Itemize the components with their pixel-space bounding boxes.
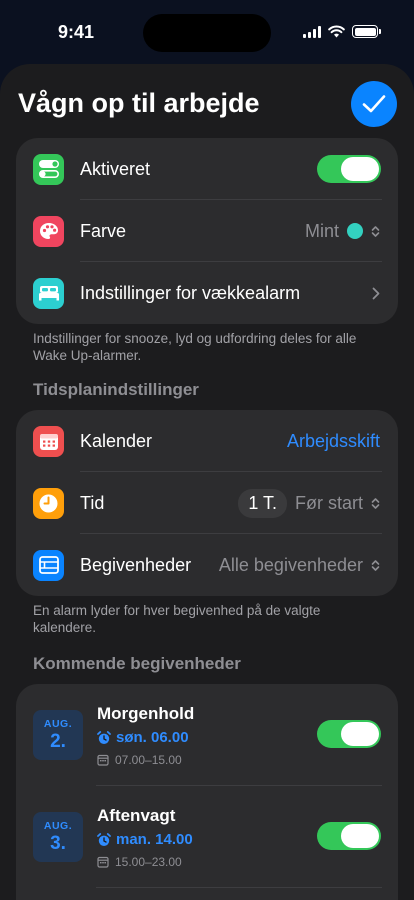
alarm-clock-icon — [97, 730, 111, 744]
settings-group: Aktiveret Farve Mint Indstillinger for v… — [16, 138, 398, 324]
event-time: 07.00–15.00 — [97, 753, 182, 767]
calendar-small-icon — [97, 856, 109, 868]
palette-icon — [33, 215, 64, 247]
clock-icon — [33, 487, 64, 519]
events-label: Begivenheder — [80, 554, 192, 575]
activated-toggle[interactable] — [317, 155, 381, 183]
calendar-label: Kalender — [80, 430, 153, 451]
event-alarm-time: søn. 06.00 — [116, 729, 189, 746]
activated-row: Aktiveret — [16, 138, 398, 200]
time-anchor-picker[interactable]: Før start — [295, 493, 363, 514]
date-badge: AUG. 2. — [33, 710, 83, 760]
event-alarm-toggle[interactable] — [317, 822, 381, 850]
event-row: AUG. 2. Morgenhold søn. 06.00 07.00–15.0 — [16, 684, 398, 786]
alarm-settings-label: Indstillinger for vækkealarm — [80, 282, 301, 303]
date-badge: AUG. 3. — [33, 812, 83, 862]
event-alarm-toggle[interactable] — [317, 720, 381, 748]
time-row: Tid 1 T. Før start — [16, 472, 398, 534]
color-picker[interactable]: Mint — [305, 221, 380, 242]
event-time: 15.00–23.00 — [97, 855, 182, 869]
alarm-clock-icon — [97, 832, 111, 846]
cellular-signal-icon — [303, 25, 321, 38]
checkmark-icon — [362, 95, 386, 113]
alarm-settings-row[interactable]: Indstillinger for vækkealarm — [16, 262, 398, 324]
calendar-icon — [33, 425, 64, 457]
toggle-switch-icon — [33, 153, 64, 185]
chevron-up-down-icon — [371, 225, 380, 237]
color-swatch — [347, 223, 363, 239]
schedule-footnote: En alarm lyder for hver begivenhed på de… — [33, 603, 321, 635]
schedule-header: Tidsplanindstillinger — [33, 380, 199, 399]
activated-label: Aktiveret — [80, 158, 151, 179]
chevron-up-down-icon — [371, 559, 380, 571]
upcoming-group: AUG. 2. Morgenhold søn. 06.00 07.00–15.0 — [16, 684, 398, 900]
date-month: AUG. — [43, 717, 73, 730]
settings-footnote: Indstillinger for snooze, lyd og udfordr… — [33, 331, 357, 363]
time-value-group: 1 T. Før start — [238, 488, 380, 518]
event-alarm: søn. 06.00 — [97, 729, 189, 746]
color-label: Farve — [80, 220, 127, 241]
date-day: 2. — [50, 730, 66, 752]
list-icon — [33, 549, 64, 581]
wifi-icon — [328, 25, 345, 38]
calendar-row[interactable]: Kalender Arbejdsskift — [16, 410, 398, 472]
event-title: Morgenhold — [97, 704, 195, 723]
battery-icon — [352, 25, 381, 38]
dynamic-island — [143, 14, 271, 52]
time-label: Tid — [80, 492, 105, 513]
event-title: Aftenvagt — [97, 806, 176, 825]
events-row[interactable]: Begivenheder Alle begivenheder — [16, 534, 398, 596]
bed-icon — [33, 277, 64, 309]
alarm-settings-disclosure — [372, 287, 380, 300]
chevron-up-down-icon — [371, 497, 380, 509]
event-row: AUG. 3. Aftenvagt man. 14.00 15.00–23.00 — [16, 786, 398, 888]
chevron-right-icon — [372, 287, 380, 299]
event-alarm-time: man. 14.00 — [116, 831, 193, 848]
color-value: Mint — [304, 220, 339, 241]
upcoming-header: Kommende begivenheder — [33, 654, 241, 673]
sheet-title: Vågn op til arbejde — [18, 88, 260, 118]
alarm-sheet: Vågn op til arbejde Aktiveret Farve Mint… — [0, 64, 414, 900]
color-row[interactable]: Farve Mint — [16, 200, 398, 262]
event-alarm: man. 14.00 — [97, 831, 193, 848]
event-time-range: 15.00–23.00 — [115, 855, 182, 869]
events-picker[interactable]: Alle begivenheder — [219, 555, 380, 576]
date-month: AUG. — [43, 819, 73, 832]
time-offset-stepper[interactable]: 1 T. — [238, 488, 287, 518]
status-bar: 9:41 — [0, 0, 414, 64]
event-time-range: 07.00–15.00 — [115, 753, 182, 767]
status-icons — [303, 25, 381, 38]
calendar-value[interactable]: Arbejdsskift — [287, 431, 380, 452]
status-time: 9:41 — [58, 22, 95, 42]
calendar-small-icon — [97, 754, 109, 766]
done-button[interactable] — [351, 81, 397, 127]
date-day: 3. — [50, 832, 66, 854]
events-value: Alle begivenheder — [218, 554, 363, 575]
schedule-group: Kalender Arbejdsskift Tid 1 T. Før start — [16, 410, 398, 596]
